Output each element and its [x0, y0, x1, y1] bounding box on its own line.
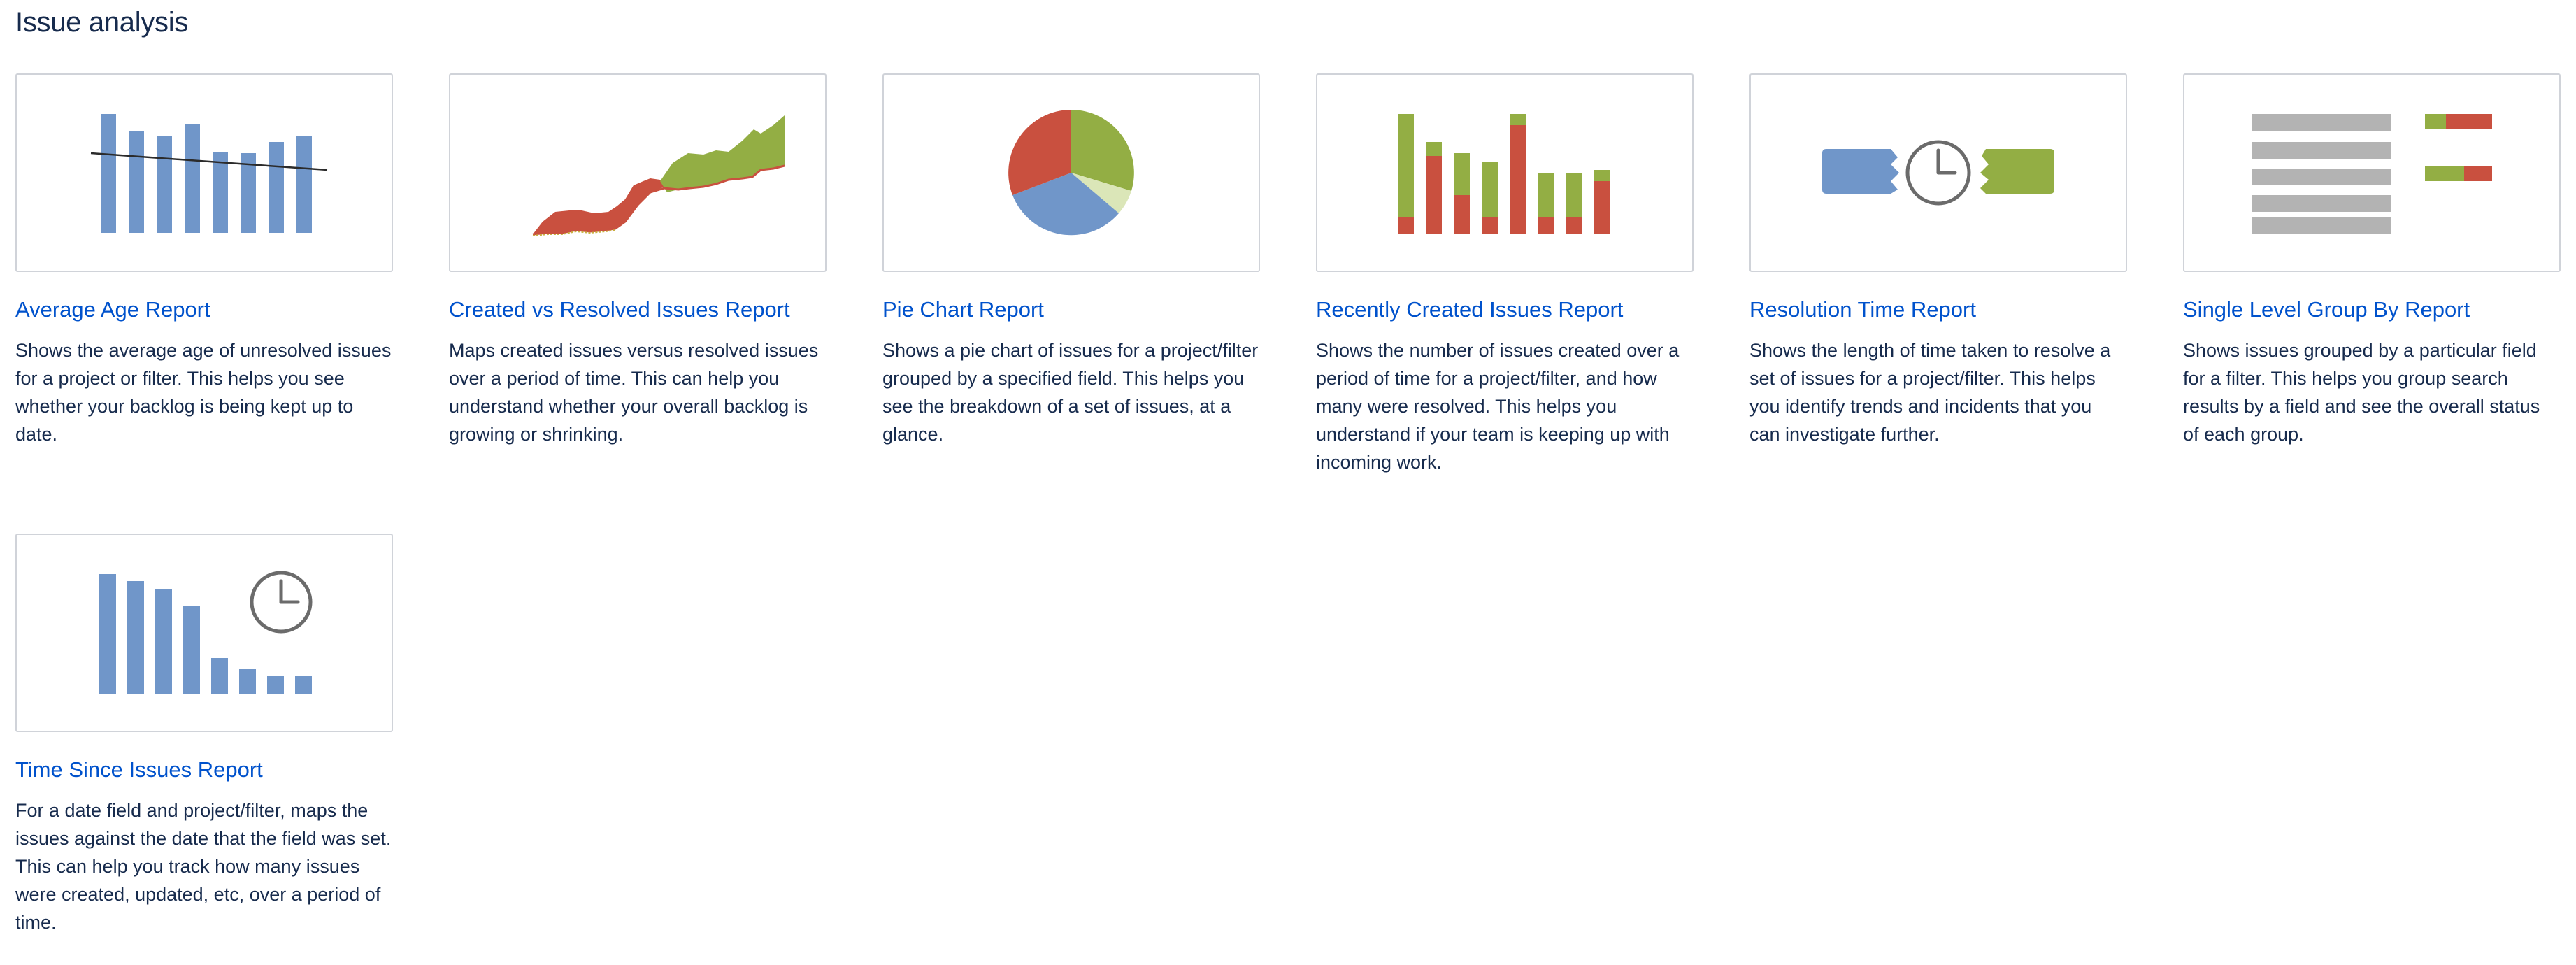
resolution-clock-icon [1822, 140, 2054, 206]
resolution-time-report-link[interactable]: Resolution Time Report [1749, 296, 2127, 324]
resolution-time-thumbnail[interactable] [1749, 73, 2127, 272]
average-age-bar-chart-icon [90, 114, 328, 233]
average-age-report-link[interactable]: Average Age Report [15, 296, 393, 324]
created-vs-resolved-area-chart-icon [532, 115, 785, 236]
report-card-average-age: Average Age Report Shows the average age… [15, 73, 393, 448]
time-since-bar-clock-icon [99, 571, 313, 694]
created-vs-resolved-thumbnail[interactable] [449, 73, 827, 272]
created-vs-resolved-report-description: Maps created issues versus resolved issu… [449, 340, 819, 445]
report-card-resolution-time: Resolution Time Report Shows the length … [1749, 73, 2127, 448]
report-card-single-level-group-by: Single Level Group By Report Shows issue… [2183, 73, 2561, 448]
time-since-issues-report-description: For a date field and project/filter, map… [15, 800, 392, 933]
time-since-issues-thumbnail[interactable] [15, 534, 393, 732]
time-since-issues-report-link[interactable]: Time Since Issues Report [15, 756, 393, 784]
resolution-time-report-description: Shows the length of time taken to resolv… [1749, 340, 2111, 445]
stacked-bar-chart-icon [1398, 114, 1610, 234]
recently-created-report-link[interactable]: Recently Created Issues Report [1316, 296, 1694, 324]
report-card-time-since-issues: Time Since Issues Report For a date fiel… [15, 534, 393, 936]
issue-analysis-page: Issue analysis Average Age Report Shows … [0, 0, 2576, 965]
single-level-group-by-report-description: Shows issues grouped by a particular fie… [2183, 340, 2540, 445]
average-age-thumbnail[interactable] [15, 73, 393, 272]
pie-chart-thumbnail[interactable] [882, 73, 1260, 272]
report-card-created-vs-resolved: Created vs Resolved Issues Report Maps c… [449, 73, 827, 448]
recently-created-report-description: Shows the number of issues created over … [1316, 340, 1680, 473]
report-grid: Average Age Report Shows the average age… [0, 0, 2576, 965]
created-vs-resolved-report-link[interactable]: Created vs Resolved Issues Report [449, 296, 827, 324]
single-level-group-by-thumbnail[interactable] [2183, 73, 2561, 272]
group-by-list-icon [2252, 114, 2492, 234]
average-age-report-description: Shows the average age of unresolved issu… [15, 340, 392, 445]
report-card-pie-chart: Pie Chart Report Shows a pie chart of is… [882, 73, 1260, 448]
single-level-group-by-report-link[interactable]: Single Level Group By Report [2183, 296, 2561, 324]
pie-chart-report-link[interactable]: Pie Chart Report [882, 296, 1260, 324]
report-card-recently-created: Recently Created Issues Report Shows the… [1316, 73, 1694, 476]
pie-chart-report-description: Shows a pie chart of issues for a projec… [882, 340, 1259, 445]
recently-created-thumbnail[interactable] [1316, 73, 1694, 272]
pie-chart-icon [1008, 110, 1134, 236]
